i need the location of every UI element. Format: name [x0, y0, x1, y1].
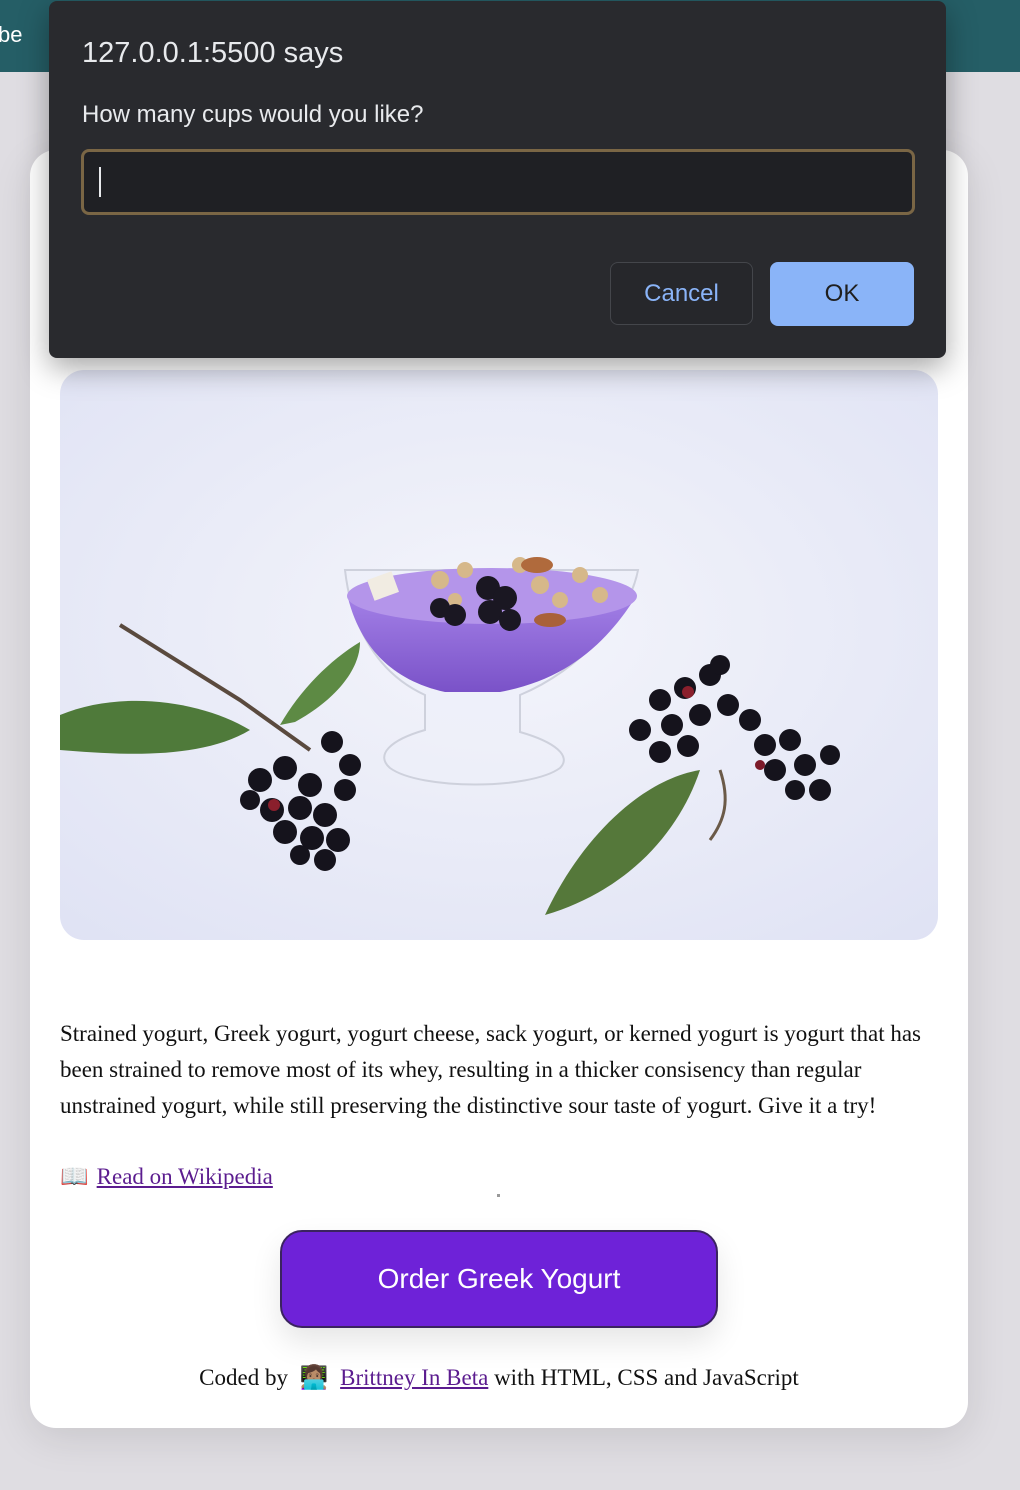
nav-title: be	[0, 22, 23, 47]
wikipedia-link-label: Read on Wikipedia	[96, 1164, 273, 1189]
footer: Coded by 👩🏽‍💻 Brittney In Beta with HTML…	[30, 1364, 968, 1391]
wikipedia-link[interactable]: 📖 Read on Wikipedia	[60, 1163, 273, 1190]
author-link[interactable]: Brittney In Beta	[340, 1365, 488, 1390]
dialog-title: 127.0.0.1:5500 says	[82, 37, 344, 69]
footer-suffix: with HTML, CSS and JavaScript	[494, 1365, 799, 1390]
prompt-dialog: 127.0.0.1:5500 says How many cups would …	[49, 1, 946, 358]
stray-mark	[497, 1194, 500, 1197]
order-button[interactable]: Order Greek Yogurt	[280, 1230, 718, 1328]
yogurt-description: Strained yogurt, Greek yogurt, yogurt ch…	[60, 1021, 922, 1118]
cancel-button[interactable]: Cancel	[610, 262, 753, 325]
footer-prefix: Coded by	[199, 1365, 288, 1390]
cups-input[interactable]	[81, 149, 915, 215]
yogurt-photo	[60, 370, 938, 940]
developer-avatar-icon: 👩🏽‍💻	[299, 1365, 329, 1390]
book-icon: 📖	[60, 1164, 89, 1189]
text-caret	[99, 167, 101, 197]
dialog-message: How many cups would you like?	[82, 101, 424, 128]
ok-button[interactable]: OK	[770, 262, 914, 326]
